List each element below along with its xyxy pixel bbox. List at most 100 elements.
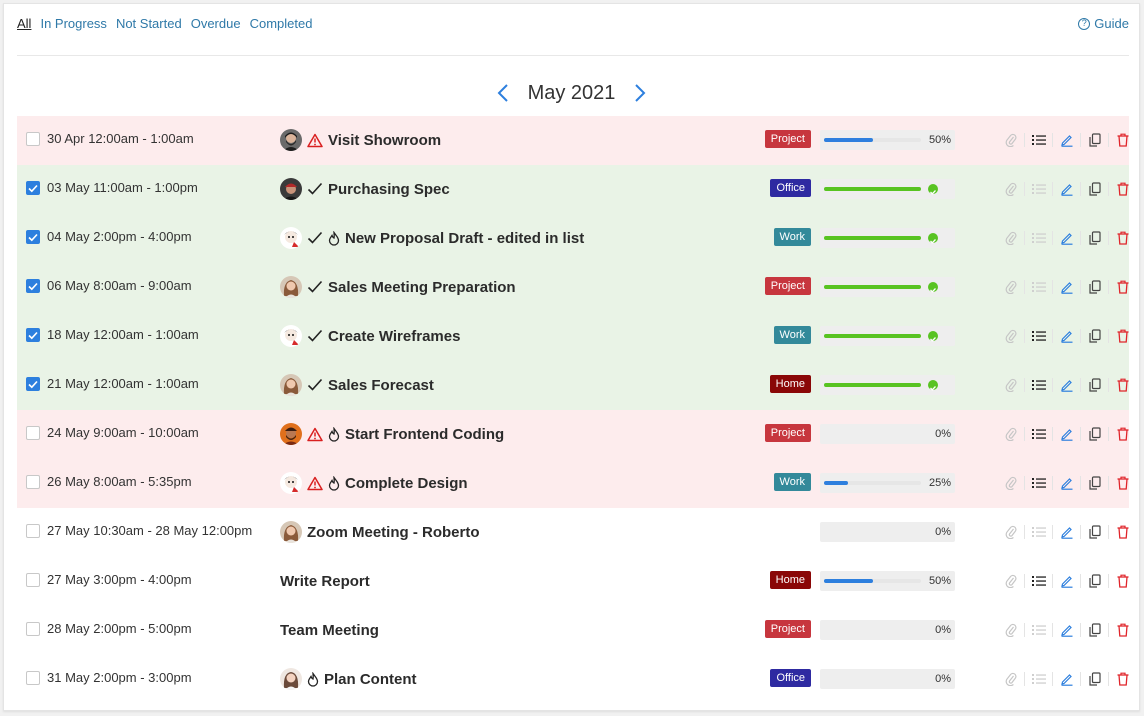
task-title[interactable]: Complete Design: [345, 475, 468, 492]
next-month-button[interactable]: [629, 82, 651, 104]
task-checkbox[interactable]: [26, 279, 40, 293]
task-checkbox[interactable]: [26, 475, 40, 489]
edit-button[interactable]: [1053, 327, 1080, 345]
task-checkbox[interactable]: [26, 622, 40, 636]
delete-button[interactable]: [1109, 670, 1136, 688]
task-row[interactable]: 06 May 8:00am - 9:00am Sales Meeting Prep…: [17, 263, 1129, 312]
task-checkbox[interactable]: [26, 181, 40, 195]
delete-button[interactable]: [1109, 180, 1136, 198]
task-checkbox[interactable]: [26, 328, 40, 342]
edit-button[interactable]: [1053, 621, 1080, 639]
filter-overdue[interactable]: Overdue: [191, 16, 241, 32]
task-row[interactable]: 27 May 10:30am - 28 May 12:00pm Zoom Meet…: [17, 508, 1129, 557]
delete-button[interactable]: [1109, 376, 1136, 394]
copy-button[interactable]: [1081, 131, 1108, 149]
copy-button[interactable]: [1081, 229, 1108, 247]
attach-button[interactable]: [997, 278, 1024, 296]
delete-button[interactable]: [1109, 621, 1136, 639]
task-title[interactable]: Plan Content: [324, 671, 417, 688]
filter-completed[interactable]: Completed: [250, 16, 313, 32]
filter-in-progress[interactable]: In Progress: [40, 16, 106, 32]
attach-button[interactable]: [997, 425, 1024, 443]
subtasks-button[interactable]: [1025, 474, 1052, 492]
delete-button[interactable]: [1109, 572, 1136, 590]
task-row[interactable]: 18 May 12:00am - 1:00am Create Wireframes…: [17, 312, 1129, 361]
copy-button[interactable]: [1081, 425, 1108, 443]
copy-button[interactable]: [1081, 327, 1108, 345]
attach-button[interactable]: [997, 180, 1024, 198]
copy-button[interactable]: [1081, 670, 1108, 688]
task-row[interactable]: 30 Apr 12:00am - 1:00am Visit Showroom Pro…: [17, 116, 1129, 165]
delete-button[interactable]: [1109, 523, 1136, 541]
subtasks-button[interactable]: [1025, 572, 1052, 590]
task-checkbox[interactable]: [26, 132, 40, 146]
delete-button[interactable]: [1109, 327, 1136, 345]
subtasks-button[interactable]: [1025, 523, 1052, 541]
subtasks-button[interactable]: [1025, 621, 1052, 639]
edit-button[interactable]: [1053, 670, 1080, 688]
delete-button[interactable]: [1109, 229, 1136, 247]
task-checkbox[interactable]: [26, 230, 40, 244]
task-checkbox[interactable]: [26, 377, 40, 391]
task-row[interactable]: 26 May 8:00am - 5:35pm Complete Design Wor…: [17, 459, 1129, 508]
delete-button[interactable]: [1109, 474, 1136, 492]
task-row[interactable]: 28 May 2:00pm - 5:00pm Team Meeting Projec…: [17, 606, 1129, 655]
edit-button[interactable]: [1053, 572, 1080, 590]
edit-button[interactable]: [1053, 474, 1080, 492]
subtasks-button[interactable]: [1025, 327, 1052, 345]
delete-button[interactable]: [1109, 131, 1136, 149]
filter-not-started[interactable]: Not Started: [116, 16, 182, 32]
edit-button[interactable]: [1053, 180, 1080, 198]
task-title[interactable]: Start Frontend Coding: [345, 426, 504, 443]
guide-link[interactable]: ? Guide: [1078, 16, 1129, 31]
task-title[interactable]: Purchasing Spec: [328, 181, 450, 198]
prev-month-button[interactable]: [492, 82, 514, 104]
task-checkbox[interactable]: [26, 524, 40, 538]
task-title[interactable]: Sales Forecast: [328, 377, 434, 394]
copy-button[interactable]: [1081, 180, 1108, 198]
subtasks-button[interactable]: [1025, 425, 1052, 443]
attach-button[interactable]: [997, 621, 1024, 639]
delete-button[interactable]: [1109, 278, 1136, 296]
attach-button[interactable]: [997, 474, 1024, 492]
subtasks-button[interactable]: [1025, 131, 1052, 149]
edit-button[interactable]: [1053, 229, 1080, 247]
attach-button[interactable]: [997, 670, 1024, 688]
task-title[interactable]: Team Meeting: [280, 622, 379, 639]
task-title[interactable]: Write Report: [280, 573, 370, 590]
attach-button[interactable]: [997, 131, 1024, 149]
subtasks-button[interactable]: [1025, 278, 1052, 296]
filter-all[interactable]: All: [17, 16, 31, 32]
task-title[interactable]: New Proposal Draft - edited in list: [345, 230, 584, 247]
task-row[interactable]: 27 May 3:00pm - 4:00pm Write Report Home 50…: [17, 557, 1129, 606]
subtasks-button[interactable]: [1025, 180, 1052, 198]
task-row[interactable]: 21 May 12:00am - 1:00am Sales Forecast Hom…: [17, 361, 1129, 410]
copy-button[interactable]: [1081, 523, 1108, 541]
copy-button[interactable]: [1081, 621, 1108, 639]
edit-button[interactable]: [1053, 523, 1080, 541]
task-row[interactable]: 03 May 11:00am - 1:00pm Purchasing Spec Of…: [17, 165, 1129, 214]
task-title[interactable]: Create Wireframes: [328, 328, 460, 345]
copy-button[interactable]: [1081, 376, 1108, 394]
edit-button[interactable]: [1053, 376, 1080, 394]
task-row[interactable]: 04 May 2:00pm - 4:00pm New Proposal Draft…: [17, 214, 1129, 263]
task-checkbox[interactable]: [26, 573, 40, 587]
attach-button[interactable]: [997, 523, 1024, 541]
task-title[interactable]: Sales Meeting Preparation: [328, 279, 516, 296]
subtasks-button[interactable]: [1025, 670, 1052, 688]
subtasks-button[interactable]: [1025, 376, 1052, 394]
copy-button[interactable]: [1081, 278, 1108, 296]
edit-button[interactable]: [1053, 131, 1080, 149]
attach-button[interactable]: [997, 572, 1024, 590]
task-row[interactable]: 31 May 2:00pm - 3:00pm Plan Content Office…: [17, 655, 1129, 704]
task-title[interactable]: Zoom Meeting - Roberto: [307, 524, 480, 541]
subtasks-button[interactable]: [1025, 229, 1052, 247]
task-row[interactable]: 24 May 9:00am - 10:00am Start Frontend Co…: [17, 410, 1129, 459]
task-checkbox[interactable]: [26, 671, 40, 685]
task-checkbox[interactable]: [26, 426, 40, 440]
edit-button[interactable]: [1053, 425, 1080, 443]
copy-button[interactable]: [1081, 474, 1108, 492]
attach-button[interactable]: [997, 229, 1024, 247]
attach-button[interactable]: [997, 376, 1024, 394]
delete-button[interactable]: [1109, 425, 1136, 443]
